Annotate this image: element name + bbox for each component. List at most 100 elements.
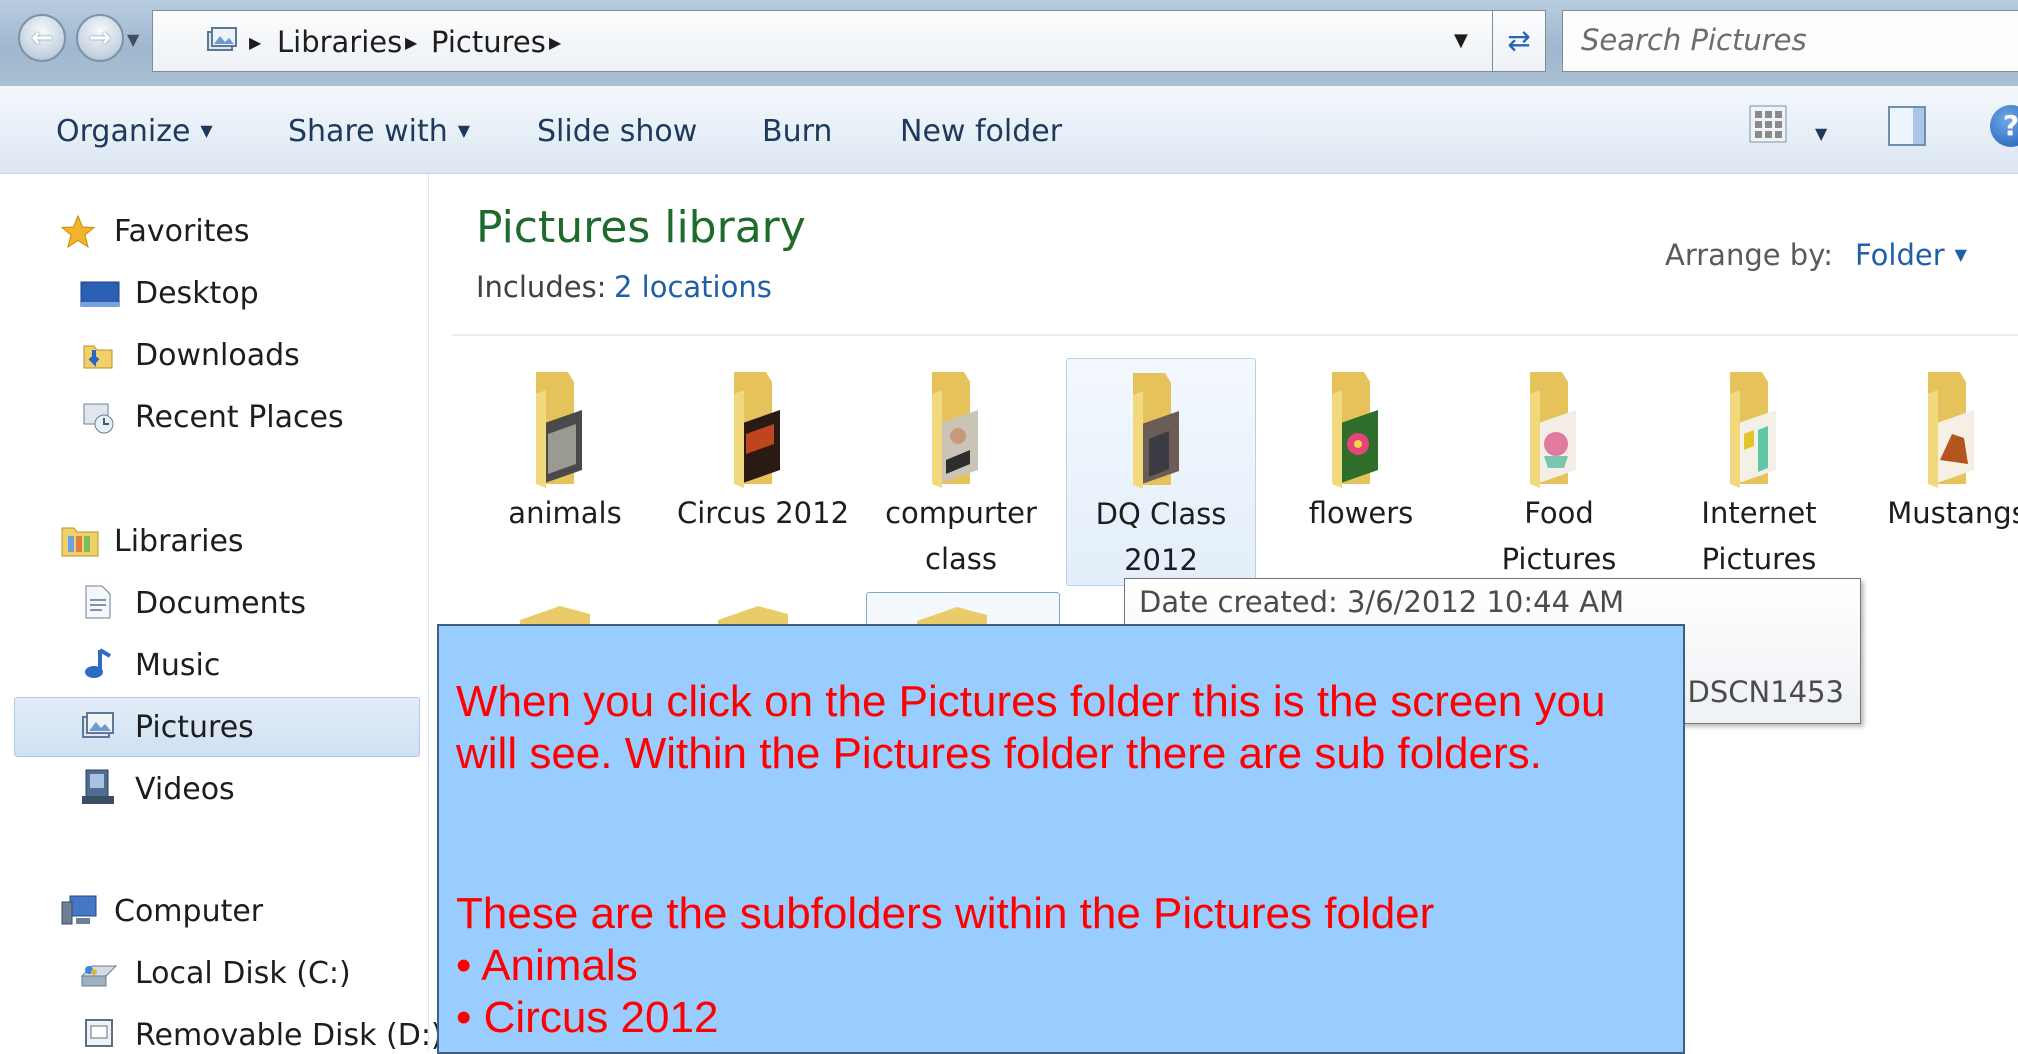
address-bar: ← → ▼ ▶ Libraries ▶ Pictures ▶ ▼ ⇄ Searc…	[0, 0, 2018, 86]
folder-icon	[932, 372, 978, 488]
folder-label: Mustangs	[1862, 490, 2018, 536]
nav-item-videos[interactable]: Videos	[135, 772, 235, 807]
folder-label-line: Circus 2012	[676, 496, 850, 530]
page-title: Pictures library	[476, 202, 806, 253]
nav-computer[interactable]: Computer	[114, 894, 263, 929]
folder-label-line: DQ Class	[1095, 497, 1227, 531]
refresh-button[interactable]: ⇄	[1492, 10, 1546, 72]
folder-label-line: class	[925, 542, 997, 576]
folder-label-line: Food	[1524, 496, 1594, 530]
folder-item[interactable]: compurter class	[866, 358, 1056, 586]
desktop-icon	[80, 281, 120, 307]
nav-item-documents[interactable]: Documents	[135, 586, 306, 621]
removable-disk-icon	[85, 1019, 113, 1047]
breadcrumb[interactable]: ▶ Libraries ▶ Pictures ▶	[152, 10, 1497, 72]
folder-icon	[1133, 373, 1179, 489]
folder-item[interactable]: Mustangs	[1862, 358, 2018, 586]
folder-label-line: Pictures	[1501, 542, 1617, 576]
folder-label: Circus 2012	[668, 490, 858, 536]
share-with-label: Share with	[288, 114, 448, 149]
address-dropdown-icon[interactable]: ▼	[1454, 30, 1468, 51]
views-dropdown-icon[interactable]: ▼	[1815, 124, 1827, 143]
star-icon	[60, 214, 96, 249]
chevron-down-icon: ▼	[1954, 245, 1967, 264]
callout-bullet: • Animals	[456, 941, 638, 990]
music-icon	[85, 648, 112, 678]
folder-label-line: Mustangs	[1887, 496, 2018, 530]
folder-label-line: animals	[508, 496, 622, 530]
nav-favorites[interactable]: Favorites	[114, 214, 250, 249]
videos-icon	[82, 769, 114, 804]
nav-item-removable-disk[interactable]: Removable Disk (D:)	[135, 1018, 443, 1053]
back-button[interactable]: ←	[18, 14, 66, 62]
breadcrumb-separator-icon[interactable]: ▶	[249, 33, 261, 52]
pictures-icon	[82, 712, 114, 738]
folder-label-line: 2012	[1124, 543, 1198, 577]
folder-label-line: flowers	[1308, 496, 1414, 530]
nav-libraries[interactable]: Libraries	[114, 524, 244, 559]
recent-pages-dropdown-icon[interactable]: ▼	[127, 30, 139, 49]
downloads-icon	[83, 345, 113, 369]
folder-item[interactable]: Internet Pictures	[1664, 358, 1854, 586]
burn-button[interactable]: Burn	[762, 114, 832, 149]
preview-pane-button[interactable]	[1888, 106, 1926, 146]
folder-icon	[1928, 372, 1974, 488]
folder-label: flowers	[1266, 490, 1456, 536]
computer-icon	[61, 895, 97, 925]
callout-paragraph: These are the subfolders within the Pict…	[456, 889, 1435, 938]
breadcrumb-separator-icon[interactable]: ▶	[549, 33, 561, 52]
folder-item[interactable]: flowers	[1266, 358, 1456, 586]
nav-item-pictures[interactable]: Pictures	[135, 710, 254, 745]
folder-item-selected[interactable]: DQ Class 2012	[1066, 358, 1256, 586]
folder-label-line: Internet	[1701, 496, 1817, 530]
divider	[452, 334, 2018, 336]
nav-item-local-disk[interactable]: Local Disk (C:)	[135, 956, 351, 991]
callout-bullet: • Circus 2012	[456, 993, 719, 1042]
breadcrumb-separator-icon[interactable]: ▶	[405, 33, 417, 52]
folder-icon	[1332, 372, 1378, 488]
includes-label: Includes:	[476, 270, 607, 304]
annotation-callout: When you click on the Pictures folder th…	[437, 624, 1685, 1054]
search-box[interactable]: Search Pictures	[1562, 10, 2018, 72]
search-input[interactable]: Search Pictures	[1581, 23, 1807, 57]
new-folder-button[interactable]: New folder	[900, 114, 1062, 149]
breadcrumb-libraries[interactable]: Libraries	[277, 25, 402, 59]
arrange-by-dropdown[interactable]: Folder ▼	[1855, 238, 1967, 272]
organize-button[interactable]: Organize ▼	[56, 114, 213, 149]
nav-item-recent-places[interactable]: Recent Places	[135, 400, 344, 435]
folder-label: DQ Class 2012	[1067, 491, 1255, 583]
documents-icon	[85, 585, 111, 619]
folder-icon	[1530, 372, 1576, 488]
breadcrumb-pictures[interactable]: Pictures	[431, 25, 546, 59]
share-with-button[interactable]: Share with ▼	[288, 114, 470, 149]
folder-item[interactable]: Food Pictures	[1464, 358, 1654, 586]
nav-item-desktop[interactable]: Desktop	[135, 276, 259, 311]
folder-label: Internet Pictures	[1664, 490, 1854, 582]
arrange-by-value: Folder	[1855, 238, 1945, 272]
folder-icon	[734, 372, 780, 488]
change-view-icon[interactable]	[1748, 104, 1788, 144]
arrange-by-label: Arrange by:	[1665, 238, 1834, 272]
nav-item-music[interactable]: Music	[135, 648, 220, 683]
slide-show-button[interactable]: Slide show	[537, 114, 697, 149]
locations-link[interactable]: 2 locations	[614, 270, 772, 304]
folder-label-line: Pictures	[1701, 542, 1817, 576]
local-disk-icon	[80, 965, 118, 987]
folder-icon	[536, 372, 582, 488]
pictures-library-icon	[207, 27, 237, 51]
command-bar: Organize ▼ Share with ▼ Slide show Burn Ne…	[0, 86, 2018, 174]
folder-item[interactable]: Circus 2012	[668, 358, 858, 586]
folder-label-line: compurter	[885, 496, 1037, 530]
recent-places-icon	[83, 403, 114, 434]
chevron-down-icon: ▼	[457, 121, 471, 140]
chevron-down-icon: ▼	[200, 121, 213, 140]
libraries-icon	[61, 527, 99, 557]
folder-icon	[1730, 372, 1776, 488]
tooltip-date-created: Date created: 3/6/2012 10:44 AM	[1139, 585, 1625, 619]
nav-item-downloads[interactable]: Downloads	[135, 338, 300, 373]
folder-item[interactable]: animals	[470, 358, 660, 586]
organize-label: Organize	[56, 114, 191, 149]
forward-button[interactable]: →	[76, 14, 124, 62]
callout-paragraph: When you click on the Pictures folder th…	[456, 677, 1606, 778]
folder-label: animals	[470, 490, 660, 536]
